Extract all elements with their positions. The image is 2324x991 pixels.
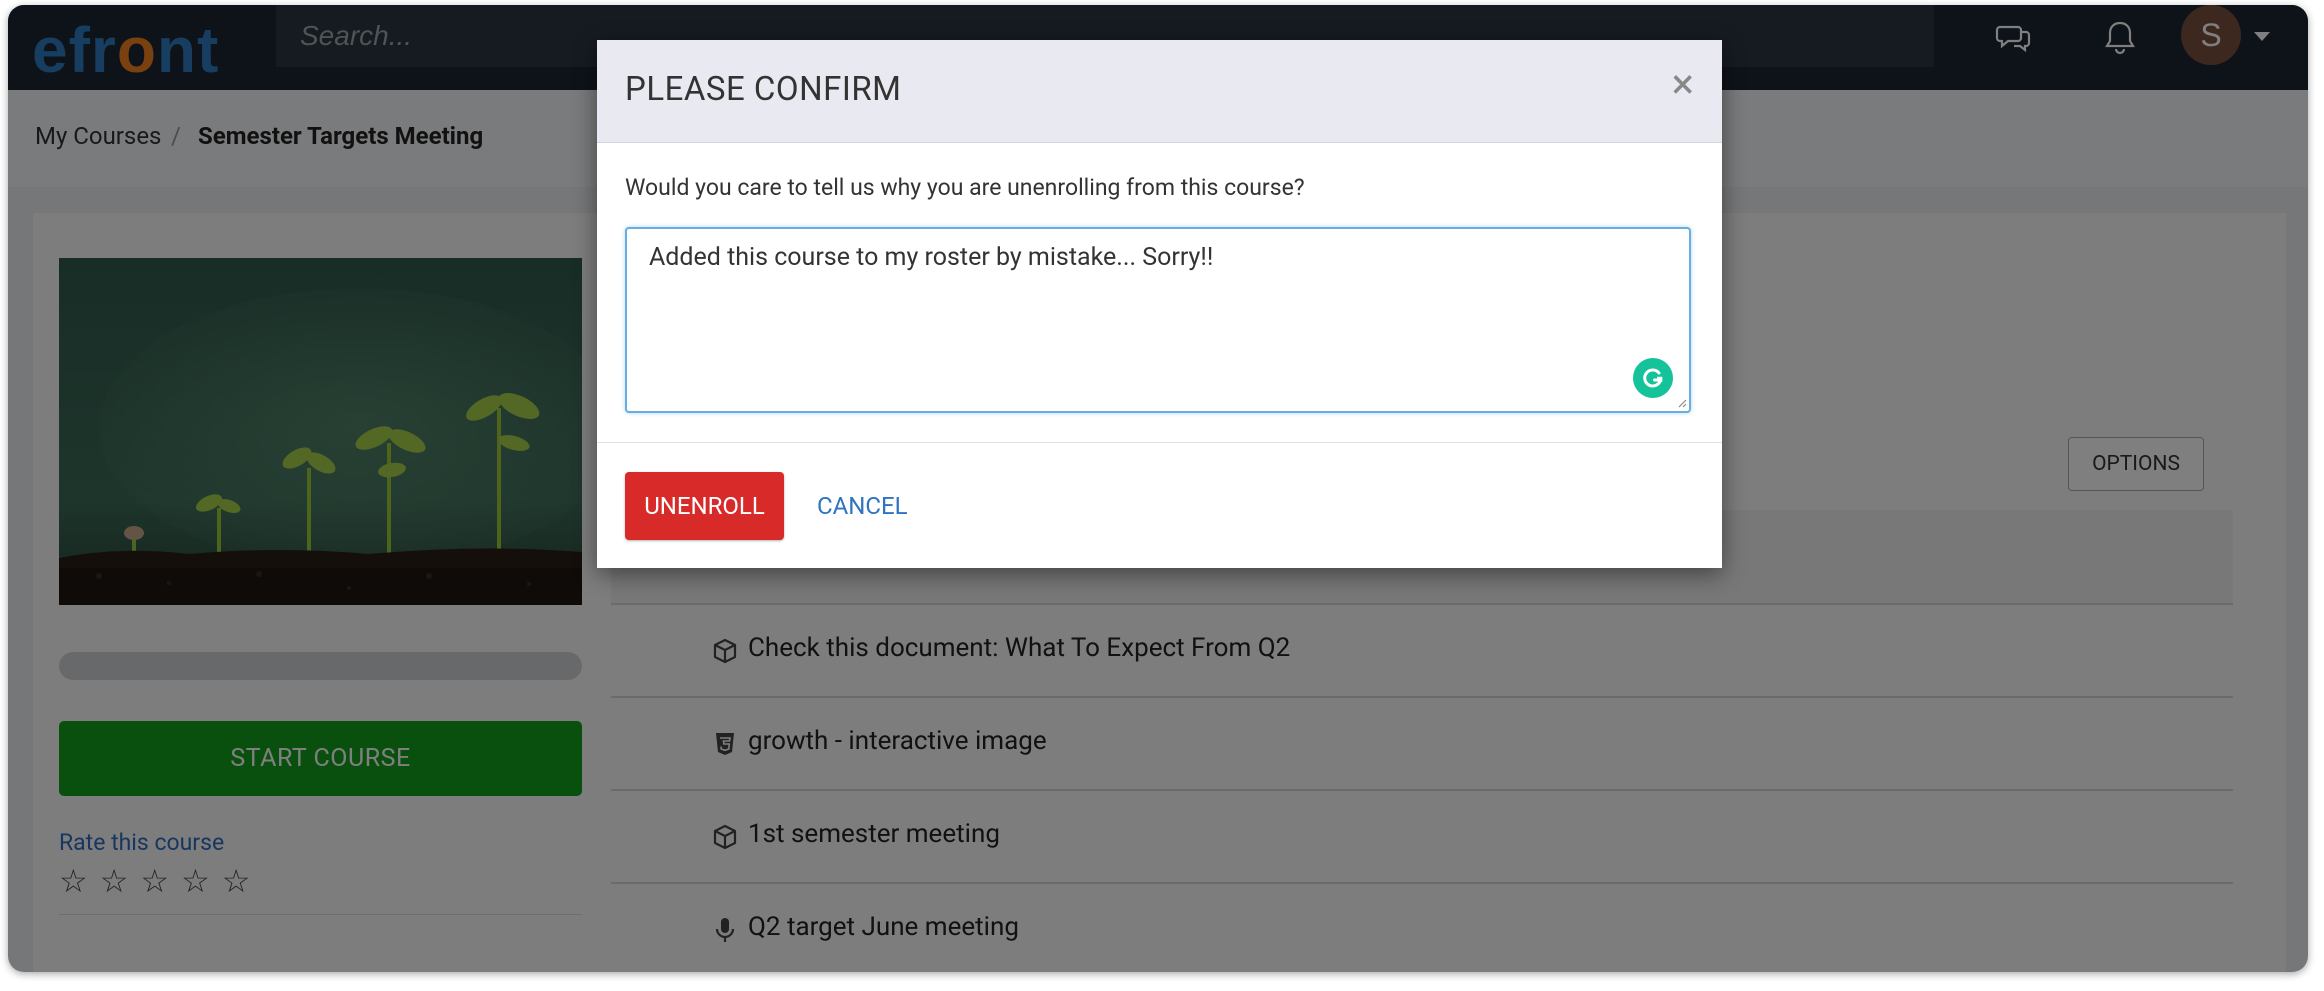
dialog-header: PLEASE CONFIRM × xyxy=(597,40,1722,143)
close-icon[interactable]: × xyxy=(1672,64,1694,106)
unenroll-button[interactable]: UNENROLL xyxy=(625,472,784,540)
resize-handle-icon[interactable] xyxy=(1677,398,1687,408)
dialog-divider xyxy=(597,442,1722,443)
confirm-dialog: PLEASE CONFIRM × Would you care to tell … xyxy=(597,40,1722,568)
dialog-title: PLEASE CONFIRM xyxy=(625,70,902,109)
cancel-button[interactable]: CANCEL xyxy=(817,472,908,540)
grammarly-icon[interactable] xyxy=(1633,358,1673,398)
unenroll-reason-textarea[interactable]: Added this course to my roster by mistak… xyxy=(625,227,1691,413)
unenroll-question: Would you care to tell us why you are un… xyxy=(625,174,1305,201)
